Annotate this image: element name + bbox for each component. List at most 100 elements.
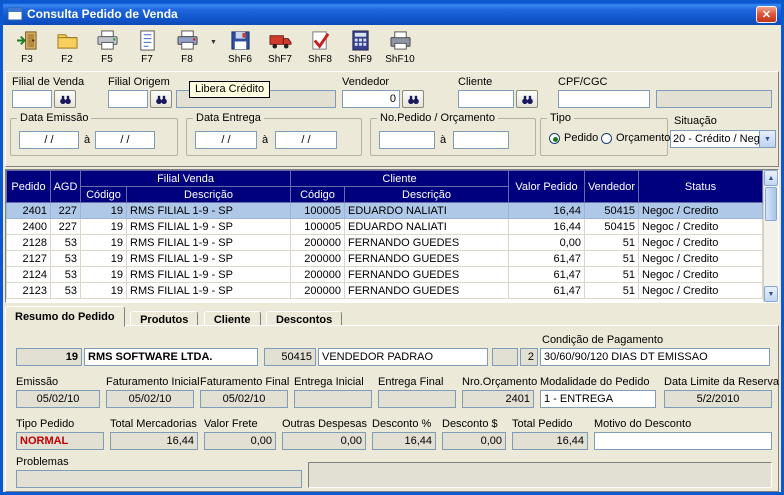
data-entrega-ate-input[interactable]: / / <box>275 131 337 149</box>
table-row[interactable]: 2124 53 19 RMS FILIAL 1-9 - SP 200000 FERNAND… <box>6 266 763 283</box>
exit-button[interactable]: F3 <box>7 27 47 67</box>
grid-cell[interactable]: FERNANDO GUEDES <box>344 282 509 299</box>
grid-cell[interactable]: FERNANDO GUEDES <box>344 266 509 283</box>
scroll-up-icon[interactable]: ▲ <box>764 170 778 186</box>
scroll-track[interactable] <box>764 222 778 286</box>
filial-venda-input[interactable] <box>12 90 52 108</box>
scroll-thumb[interactable] <box>765 187 777 221</box>
grid-cell[interactable]: RMS FILIAL 1-9 - SP <box>126 218 291 235</box>
grid-cell[interactable]: 16,44 <box>508 218 585 235</box>
grid-cell[interactable]: RMS FILIAL 1-9 - SP <box>126 266 291 283</box>
grid-cell[interactable]: 200000 <box>290 282 345 299</box>
grid-cell[interactable]: 2401 <box>6 202 51 219</box>
grid-cell[interactable]: 19 <box>80 234 127 251</box>
grid-cell[interactable]: 53 <box>50 234 81 251</box>
data-entrega-de-input[interactable]: / / <box>195 131 257 149</box>
grid-cell[interactable]: 100005 <box>290 218 345 235</box>
col-vendedor[interactable]: Vendedor <box>584 170 639 203</box>
grid-cell[interactable]: FERNANDO GUEDES <box>344 234 509 251</box>
vendedor-input[interactable]: 0 <box>342 90 400 108</box>
grid-cell[interactable]: 19 <box>80 218 127 235</box>
grid-cell[interactable]: 2127 <box>6 250 51 267</box>
grid-cell[interactable]: EDUARDO NALIATI <box>344 218 509 235</box>
grid-cell[interactable]: 200000 <box>290 266 345 283</box>
col-filial-codigo[interactable]: Código <box>80 186 127 203</box>
grid-cell[interactable]: FERNANDO GUEDES <box>344 250 509 267</box>
grid-cell[interactable]: 50415 <box>584 218 639 235</box>
grid-cell[interactable]: EDUARDO NALIATI <box>344 202 509 219</box>
filial-venda-search-button[interactable] <box>54 90 76 108</box>
grid-cell[interactable]: 19 <box>80 266 127 283</box>
libera-credito-button[interactable]: F8 <box>167 27 207 67</box>
grid-cell[interactable]: 50415 <box>584 202 639 219</box>
fax-print-button[interactable]: ShF10 <box>380 27 420 67</box>
cliente-input[interactable] <box>458 90 514 108</box>
grid-cell[interactable]: 19 <box>80 282 127 299</box>
grid-cell[interactable]: 53 <box>50 282 81 299</box>
pedido-de-input[interactable] <box>379 131 435 149</box>
save-button[interactable]: ShF6 <box>220 27 260 67</box>
grid-cell[interactable]: Negoc / Credito <box>638 218 763 235</box>
table-row[interactable]: 2401 227 19 RMS FILIAL 1-9 - SP 100005 EDUARD… <box>6 202 763 219</box>
search-folder-button[interactable]: F2 <box>47 27 87 67</box>
grid-cell[interactable]: 51 <box>584 234 639 251</box>
scroll-down-icon[interactable]: ▼ <box>764 286 778 302</box>
grid-cell[interactable]: 2400 <box>6 218 51 235</box>
approve-button[interactable]: ShF8 <box>300 27 340 67</box>
situacao-dropdown[interactable]: 20 - Crédito / Negoc ▼ <box>670 130 776 148</box>
data-emissao-de-input[interactable]: / / <box>19 131 79 149</box>
delivery-button[interactable]: ShF7 <box>260 27 300 67</box>
table-row[interactable]: 2123 53 19 RMS FILIAL 1-9 - SP 200000 FERNAND… <box>6 282 763 299</box>
grid-cell[interactable]: 53 <box>50 266 81 283</box>
grid-cell[interactable]: 2124 <box>6 266 51 283</box>
grid-cell[interactable]: Negoc / Credito <box>638 282 763 299</box>
col-filial-venda[interactable]: Filial Venda <box>80 170 291 187</box>
grid-cell[interactable]: 2123 <box>6 282 51 299</box>
data-emissao-ate-input[interactable]: / / <box>95 131 155 149</box>
grid-cell[interactable]: 227 <box>50 218 81 235</box>
col-valor-pedido[interactable]: Valor Pedido <box>508 170 585 203</box>
filial-origem-search-button[interactable] <box>150 90 172 108</box>
grid-cell[interactable]: 100005 <box>290 202 345 219</box>
col-cliente-descricao[interactable]: Descrição <box>344 186 509 203</box>
table-row[interactable]: 2400 227 19 RMS FILIAL 1-9 - SP 100005 EDUARD… <box>6 218 763 235</box>
grid-cell[interactable]: 61,47 <box>508 282 585 299</box>
pedido-ate-input[interactable] <box>453 131 509 149</box>
grid-cell[interactable]: 51 <box>584 282 639 299</box>
grid-cell[interactable]: RMS FILIAL 1-9 - SP <box>126 250 291 267</box>
grid-cell[interactable]: 61,47 <box>508 250 585 267</box>
libera-credito-dropdown[interactable]: ▼ <box>207 27 220 67</box>
filial-origem-input[interactable] <box>108 90 148 108</box>
grid-cell[interactable]: Negoc / Credito <box>638 202 763 219</box>
cpf-cgc-input[interactable] <box>558 90 650 108</box>
grid-cell[interactable]: 0,00 <box>508 234 585 251</box>
grid-scrollbar[interactable]: ▲ ▼ <box>763 170 778 302</box>
calculator-button[interactable]: ShF9 <box>340 27 380 67</box>
grid-cell[interactable]: 19 <box>80 202 127 219</box>
grid-cell[interactable]: 53 <box>50 250 81 267</box>
grid-cell[interactable]: RMS FILIAL 1-9 - SP <box>126 202 291 219</box>
cliente-search-button[interactable] <box>516 90 538 108</box>
close-button[interactable]: ✕ <box>756 5 777 23</box>
col-filial-descricao[interactable]: Descrição <box>126 186 291 203</box>
radio-orcamento[interactable]: Orçamento <box>601 132 670 144</box>
grid-cell[interactable]: Negoc / Credito <box>638 234 763 251</box>
grid-cell[interactable]: 19 <box>80 250 127 267</box>
print-button[interactable]: F5 <box>87 27 127 67</box>
grid-cell[interactable]: 61,47 <box>508 266 585 283</box>
grid-cell[interactable]: RMS FILIAL 1-9 - SP <box>126 282 291 299</box>
table-row[interactable]: 2127 53 19 RMS FILIAL 1-9 - SP 200000 FERNAND… <box>6 250 763 267</box>
vendedor-search-button[interactable] <box>402 90 424 108</box>
grid-cell[interactable]: Negoc / Credito <box>638 266 763 283</box>
grid-cell[interactable]: 16,44 <box>508 202 585 219</box>
tab-resumo-do-pedido[interactable]: Resumo do Pedido <box>5 306 125 327</box>
grid-cell[interactable]: Negoc / Credito <box>638 250 763 267</box>
col-pedido[interactable]: Pedido <box>6 170 51 203</box>
grid-cell[interactable]: 51 <box>584 250 639 267</box>
grid-cell[interactable]: 227 <box>50 202 81 219</box>
grid-cell[interactable]: 200000 <box>290 234 345 251</box>
report-button[interactable]: F7 <box>127 27 167 67</box>
grid-cell[interactable]: 200000 <box>290 250 345 267</box>
col-cliente-codigo[interactable]: Código <box>290 186 345 203</box>
col-status[interactable]: Status <box>638 170 763 203</box>
